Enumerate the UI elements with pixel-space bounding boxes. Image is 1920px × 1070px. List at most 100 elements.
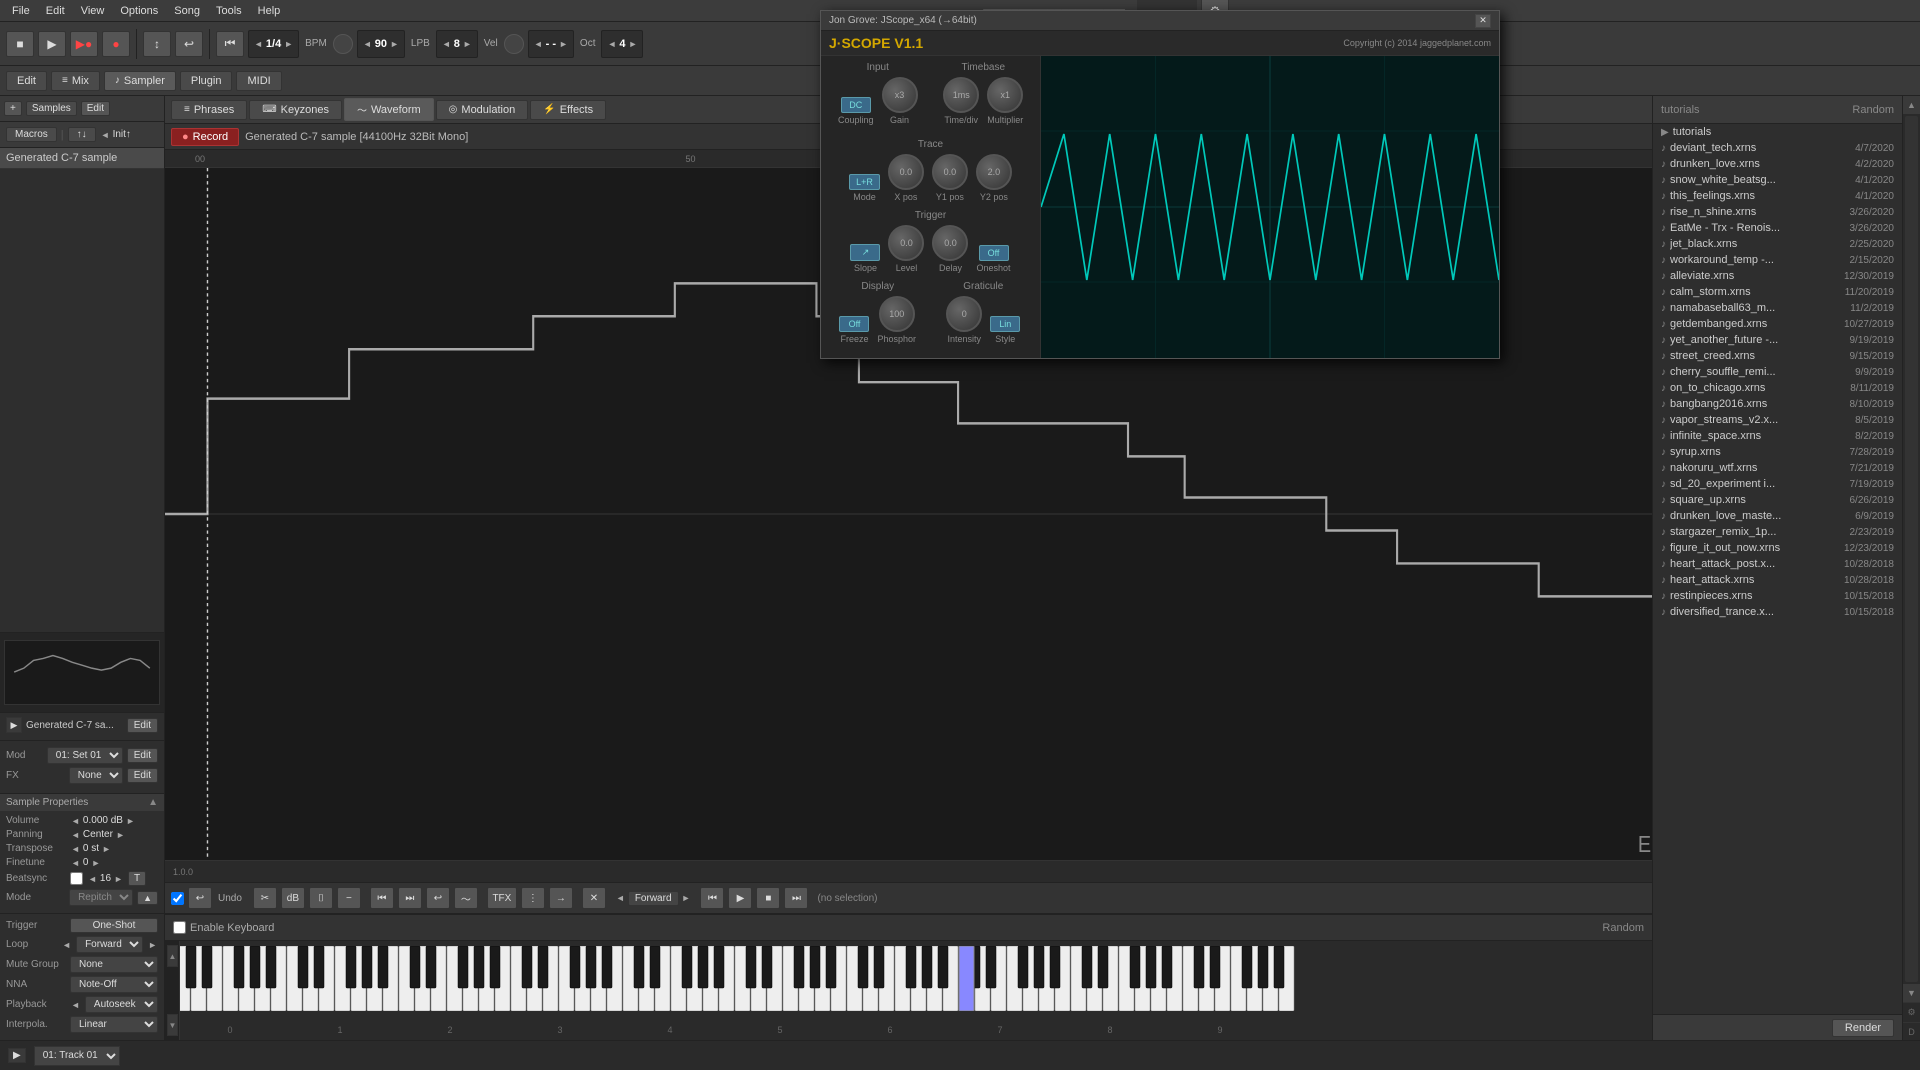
black-key[interactable] — [490, 946, 500, 988]
file-item-1[interactable]: ♪deviant_tech.xrns4/7/2020 — [1653, 140, 1902, 156]
channel-down-btn[interactable]: ▼ — [167, 1014, 178, 1036]
forward-prev[interactable]: ◄ — [615, 893, 626, 903]
black-key[interactable] — [474, 946, 484, 988]
browser-path[interactable]: tutorials — [1661, 104, 1700, 116]
trim-btn[interactable]: ⌷ — [309, 887, 333, 909]
lpb-next[interactable]: ► — [462, 39, 473, 49]
black-key[interactable] — [1018, 946, 1028, 988]
black-key[interactable] — [938, 946, 948, 988]
jscope-close-btn[interactable]: ✕ — [1475, 14, 1491, 28]
black-key[interactable] — [202, 946, 212, 988]
black-key[interactable] — [186, 946, 196, 988]
panning-prev[interactable]: ◄ — [70, 830, 81, 840]
tab-midi[interactable]: MIDI — [236, 71, 281, 91]
file-item-19[interactable]: ♪infinite_space.xrns8/2/2019 — [1653, 428, 1902, 444]
file-item-25[interactable]: ♪stargazer_remix_1p...2/23/2019 — [1653, 524, 1902, 540]
menu-file[interactable]: File — [4, 5, 38, 17]
file-item-6[interactable]: ♪EatMe - Trx - Renois...3/26/2020 — [1653, 220, 1902, 236]
beatsync-t-btn[interactable]: T — [128, 871, 146, 886]
file-item-12[interactable]: ♪getdembanged.xrns10/27/2019 — [1653, 316, 1902, 332]
undo-checkbox[interactable] — [171, 892, 184, 905]
macros-btn[interactable]: Macros — [6, 127, 57, 142]
properties-collapse-icon[interactable]: ▲ — [148, 797, 158, 808]
file-item-11[interactable]: ♪namabaseball63_m...11/2/2019 — [1653, 300, 1902, 316]
lpb-prev[interactable]: ◄ — [441, 39, 452, 49]
black-key[interactable] — [810, 946, 820, 988]
black-key[interactable] — [298, 946, 308, 988]
slope-btn[interactable]: ↗ — [850, 244, 880, 261]
freeze-btn[interactable]: Off — [839, 316, 869, 332]
menu-options[interactable]: Options — [112, 5, 166, 17]
beatsync-prev[interactable]: ◄ — [87, 874, 98, 884]
file-item-5[interactable]: ♪rise_n_shine.xrns3/26/2020 — [1653, 204, 1902, 220]
black-key[interactable] — [650, 946, 660, 988]
black-key[interactable] — [922, 946, 932, 988]
record-btn[interactable]: ● Record — [171, 128, 239, 146]
black-key[interactable] — [458, 946, 468, 988]
file-item-4[interactable]: ♪this_feelings.xrns4/1/2020 — [1653, 188, 1902, 204]
file-item-17[interactable]: ♪bangbang2016.xrns8/10/2019 — [1653, 396, 1902, 412]
tfx-btn[interactable]: TFX — [487, 887, 517, 909]
file-item-26[interactable]: ♪figure_it_out_now.xrns12/23/2019 — [1653, 540, 1902, 556]
black-key[interactable] — [826, 946, 836, 988]
fx-select[interactable]: None — [69, 767, 123, 784]
level-knob[interactable]: 0.0 — [888, 225, 924, 261]
file-item-15[interactable]: ♪cherry_souffle_remi...9/9/2019 — [1653, 364, 1902, 380]
volume-next[interactable]: ► — [125, 816, 136, 826]
tab-keyzones[interactable]: ⌨ Keyzones — [249, 100, 342, 120]
black-key[interactable] — [522, 946, 532, 988]
loop-play-btn[interactable]: ↩ — [426, 887, 450, 909]
black-key[interactable] — [1082, 946, 1092, 988]
black-key[interactable] — [234, 946, 244, 988]
file-item-29[interactable]: ♪restinpieces.xrns10/15/2018 — [1653, 588, 1902, 604]
channel-up-btn[interactable]: ▲ — [167, 945, 178, 967]
play-btn[interactable]: ▶ — [38, 31, 66, 57]
beatsync-next[interactable]: ► — [113, 874, 124, 884]
tab-phrases[interactable]: ≡ Phrases — [171, 100, 247, 120]
black-key[interactable] — [1130, 946, 1140, 988]
black-key[interactable] — [986, 946, 996, 988]
black-key[interactable] — [794, 946, 804, 988]
black-key[interactable] — [362, 946, 372, 988]
file-item-23[interactable]: ♪square_up.xrns6/26/2019 — [1653, 492, 1902, 508]
trigger-btn[interactable]: One-Shot — [70, 918, 158, 933]
black-key[interactable] — [1098, 946, 1108, 988]
play2-btn[interactable]: ▶ — [728, 887, 752, 909]
file-item-16[interactable]: ♪on_to_chicago.xrns8/11/2019 — [1653, 380, 1902, 396]
vel-next[interactable]: ► — [558, 39, 569, 49]
multiplier-knob[interactable]: x1 — [987, 77, 1023, 113]
loop-select[interactable]: Forward — [76, 936, 143, 953]
scroll-settings-btn[interactable]: ⚙ — [1903, 1002, 1920, 1022]
track-select[interactable]: 01: Track 01 — [34, 1046, 120, 1066]
playback-prev[interactable]: ◄ — [70, 1000, 81, 1010]
menu-edit[interactable]: Edit — [38, 5, 73, 17]
phosphor-knob[interactable]: 100 — [879, 296, 915, 332]
finetune-next[interactable]: ► — [90, 858, 101, 868]
black-key[interactable] — [714, 946, 724, 988]
samples-label-btn[interactable]: Samples — [26, 101, 77, 116]
sample-item-1[interactable]: Generated C-7 sample — [0, 148, 164, 169]
file-item-24[interactable]: ♪drunken_love_maste...6/9/2019 — [1653, 508, 1902, 524]
black-key[interactable] — [634, 946, 644, 988]
y1-pos-knob[interactable]: 0.0 — [932, 154, 968, 190]
oct-next[interactable]: ► — [628, 39, 639, 49]
black-key[interactable] — [1194, 946, 1204, 988]
rewind-btn[interactable]: ⏮ — [216, 31, 244, 57]
delay-knob[interactable]: 0.0 — [932, 225, 968, 261]
file-item-22[interactable]: ♪sd_20_experiment i...7/19/2019 — [1653, 476, 1902, 492]
tab-modulation[interactable]: ◎ Modulation — [436, 100, 529, 120]
tab-mix[interactable]: ≡ Mix — [51, 71, 100, 91]
follow-btn[interactable]: ↕ — [143, 31, 171, 57]
y2-pos-knob[interactable]: 2.0 — [976, 154, 1012, 190]
end-btn[interactable]: ⏭ — [784, 887, 808, 909]
black-key[interactable] — [682, 946, 692, 988]
file-item-20[interactable]: ♪syrup.xrns7/28/2019 — [1653, 444, 1902, 460]
file-item-7[interactable]: ♪jet_black.xrns2/25/2020 — [1653, 236, 1902, 252]
mute-group-select[interactable]: None — [70, 956, 158, 973]
menu-song[interactable]: Song — [166, 5, 208, 17]
black-key[interactable] — [346, 946, 356, 988]
beatsync-checkbox[interactable] — [70, 872, 83, 885]
black-key[interactable] — [906, 946, 916, 988]
bpm-prev[interactable]: ◄ — [362, 39, 373, 49]
scroll-down-btn[interactable]: ▼ — [1903, 984, 1920, 1002]
